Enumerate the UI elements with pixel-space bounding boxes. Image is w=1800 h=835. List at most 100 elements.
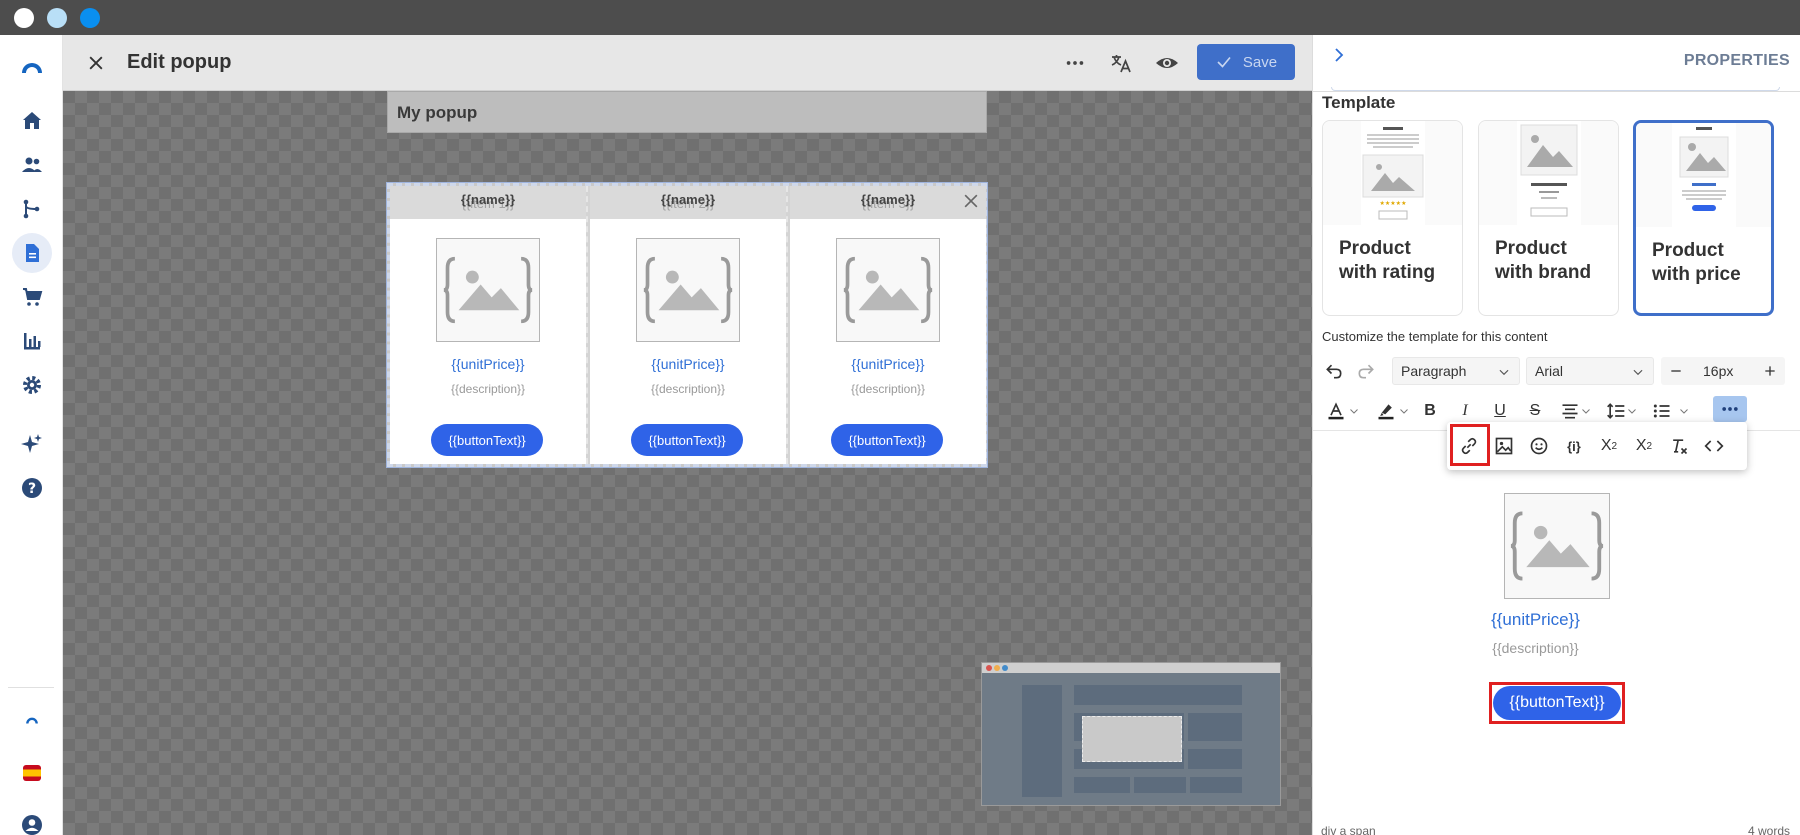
brand-logo-icon[interactable] [12,47,52,87]
settings-gear-icon[interactable] [12,365,52,405]
close-icon[interactable] [83,50,109,76]
image-icon[interactable] [1491,433,1517,459]
undo-icon[interactable] [1321,358,1347,384]
card-description: {{description}} [850,382,926,396]
window-minimize-dot[interactable] [47,8,67,28]
svg-text:?: ? [28,481,36,497]
decrease-size-icon[interactable] [1663,358,1689,384]
more-tools-popover: {i} X2 X2 [1447,422,1747,470]
template-label: Template [1322,93,1396,112]
template-card-price[interactable]: Product with price [1633,120,1774,316]
check-icon [1217,56,1231,68]
clear-formatting-icon[interactable] [1666,433,1692,459]
cart-icon[interactable] [12,277,52,317]
template-card-brand[interactable]: Product with brand [1478,120,1619,316]
emoji-icon[interactable] [1526,433,1552,459]
template-thumbnail [1636,123,1771,227]
image-placeholder-icon[interactable] [1504,493,1610,599]
preview-description[interactable]: {{description}} [1313,640,1800,656]
save-button-label: Save [1242,53,1278,71]
image-placeholder-icon[interactable] [636,238,740,342]
contacts-icon[interactable] [12,145,52,185]
text-color-icon[interactable] [1323,398,1349,424]
help-icon[interactable]: ? [12,468,52,508]
product-card[interactable]: {{item 3}} {{name}} {{unitPrice}} {{desc… [790,186,986,464]
product-card[interactable]: {{item 2}} {{name}} {{unitPrice}} {{desc… [590,186,786,464]
panel-header: PROPERTIES [1313,35,1800,92]
strikethrough-icon[interactable]: S [1522,398,1548,424]
highlight-color-icon[interactable] [1373,398,1399,424]
merge-tag-icon[interactable]: {i} [1561,433,1587,459]
chevron-down-icon[interactable] [1579,398,1593,424]
template-name: Product with brand [1495,238,1592,283]
template-name: Product with rating [1339,238,1436,283]
ai-sparkle-icon[interactable] [12,424,52,464]
window-maximize-dot[interactable] [80,8,100,28]
minimap-titlebar [982,663,1280,673]
editor-toolbar-row-1: Paragraph Arial 16px [1313,351,1800,391]
preview-eye-icon[interactable] [1155,51,1179,75]
product-carousel[interactable]: {{item 1}} {{name}} {{unitPrice}} {{desc… [386,182,988,468]
chevron-down-icon [1633,369,1643,376]
page-title: Edit popup [127,51,232,73]
content-icon[interactable] [12,233,52,273]
editor-statusbar: div a span 4 words [1313,826,1800,835]
translate-icon[interactable] [1109,51,1133,75]
italic-icon[interactable]: I [1452,398,1478,424]
chevron-down-icon[interactable] [1625,398,1639,424]
minimap-viewport[interactable] [1082,716,1182,762]
bold-icon[interactable]: B [1417,398,1443,424]
word-count: 4 words [1747,826,1790,835]
link-highlight [1450,424,1490,466]
chevron-right-icon[interactable] [1329,45,1349,65]
card-cta-button[interactable]: {{buttonText}} [831,424,943,456]
product-card[interactable]: {{item 1}} {{name}} {{unitPrice}} {{desc… [390,186,586,464]
card-description: {{description}} [450,382,526,396]
redo-icon[interactable] [1353,358,1379,384]
panel-heading: PROPERTIES [1683,52,1790,69]
font-family-select[interactable]: Arial [1526,357,1654,385]
canvas-minimap[interactable] [981,662,1281,806]
window-close-dot[interactable] [14,8,34,28]
template-name: Product with price [1652,240,1741,285]
font-size-stepper: 16px [1661,357,1785,385]
subscript-icon[interactable]: X2 [1631,433,1657,459]
template-thumbnail: ★★★★★ [1323,121,1462,225]
save-button[interactable]: Save [1197,44,1295,80]
more-tools-button[interactable] [1713,396,1747,422]
source-code-icon[interactable] [1701,433,1727,459]
left-navigation: ? [0,35,63,835]
card-name: {{name}} [860,192,916,207]
button-highlight [1489,682,1625,724]
image-placeholder-icon[interactable] [836,238,940,342]
superscript-icon[interactable]: X2 [1596,433,1622,459]
underline-icon[interactable]: U [1487,398,1513,424]
element-path: div a span [1321,826,1376,835]
font-size-value[interactable]: 16px [1703,363,1733,379]
more-options-icon[interactable] [1063,51,1087,75]
increase-size-icon[interactable] [1757,358,1783,384]
close-icon[interactable] [960,190,982,212]
template-card-rating[interactable]: ★★★★★ Product with rating [1322,120,1463,316]
popup-title-bar[interactable]: My popup [387,91,987,133]
template-thumbnail [1479,121,1618,225]
reports-icon[interactable] [12,321,52,361]
card-header: {{item 1}} {{name}} [390,186,586,219]
popup-title: My popup [397,103,478,122]
chevron-down-icon[interactable] [1347,398,1361,424]
editor-canvas[interactable]: My popup {{item 1}} {{name}} {{unitPrice… [63,91,1312,835]
home-icon[interactable] [12,101,52,141]
block-format-select[interactable]: Paragraph [1392,357,1520,385]
bullet-list-icon[interactable] [1649,398,1675,424]
properties-panel: PROPERTIES Template ★★★★★ Product with r… [1312,35,1800,835]
preview-price[interactable]: {{unitPrice}} [1313,610,1800,630]
card-cta-button[interactable]: {{buttonText}} [631,424,743,456]
card-cta-button[interactable]: {{buttonText}} [431,424,543,456]
user-account-icon[interactable] [12,805,52,835]
card-price: {{unitPrice}} [451,356,525,372]
flows-icon[interactable] [12,189,52,229]
spain-flag-icon[interactable] [12,753,52,793]
chevron-down-icon[interactable] [1677,398,1691,424]
image-placeholder-icon[interactable] [436,238,540,342]
chevron-down-icon[interactable] [1397,398,1411,424]
